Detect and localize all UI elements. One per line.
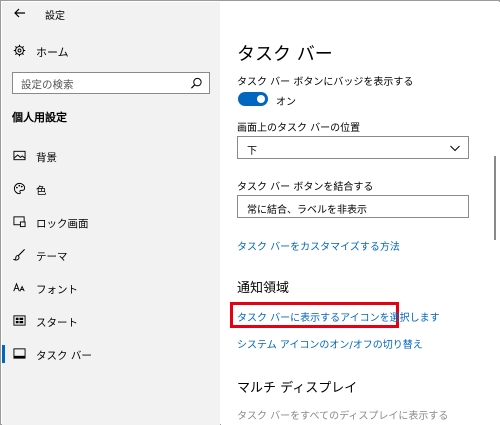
main-content: タスク バー タスク バー ボタンにバッジを表示する オン 画面上のタスク バー… [221,2,500,425]
sidebar-item-label: 色 [36,185,47,197]
lock-screen-icon [13,216,26,228]
search-input[interactable]: 設定の検索 [12,72,210,94]
sidebar-item-label: フォント [36,284,78,296]
start-icon [13,315,26,326]
sidebar-item-taskbar[interactable]: タスク バー [2,341,220,367]
sidebar-item-theme[interactable]: テーマ [2,242,220,268]
back-arrow-icon[interactable] [12,5,28,21]
app-title: 設定 [45,11,65,22]
select-taskbar-icons-link[interactable]: タスク バーに表示するアイコンを選択します [237,309,440,324]
customize-taskbar-link[interactable]: タスク バーをカスタマイズする方法 [237,238,400,253]
sidebar: 設定 ホーム 設定の検索 個人用設定 背景 色 ロック画面 テーマ フォント ス… [2,2,220,425]
sidebar-item-label: ロック画面 [36,218,89,230]
toggle-knob [257,95,265,103]
sidebar-item-label: ホーム [36,46,69,59]
sidebar-item-font[interactable]: フォント [2,275,220,301]
search-icon[interactable] [190,77,203,90]
system-icons-toggle-link[interactable]: システム アイコンのオン/オフの切り替え [237,336,423,351]
palette-icon [14,182,26,195]
position-dropdown[interactable]: 下 [237,136,469,159]
sidebar-section-heading: 個人用設定 [12,111,67,124]
sidebar-item-color[interactable]: 色 [2,176,220,202]
position-value: 下 [247,146,257,157]
position-label: 画面上のタスク バーの位置 [237,123,361,134]
scrollbar-thumb[interactable] [494,156,496,240]
sidebar-item-label: スタート [36,317,78,329]
notification-area-heading: 通知領域 [237,281,290,296]
combine-label: タスク バー ボタンを結合する [237,182,374,193]
font-icon [13,282,25,292]
badge-toggle[interactable] [238,92,268,106]
taskbar-icon [13,348,26,359]
sidebar-item-label: 背景 [36,152,57,164]
badge-setting-label: タスク バー ボタンにバッジを表示する [237,77,414,88]
titlebar: 設定 [2,2,220,24]
search-placeholder: 設定の検索 [21,79,74,91]
selection-indicator [2,345,5,363]
badge-toggle-state: オン [276,97,296,108]
sidebar-item-label: タスク バー [36,350,92,362]
image-icon [13,150,26,161]
chevron-down-icon [450,145,460,152]
page-title: タスク バー [237,44,333,65]
sidebar-item-start[interactable]: スタート [2,308,220,334]
sidebar-item-lock-screen[interactable]: ロック画面 [2,209,220,235]
theme-brush-icon [13,248,26,261]
combine-value: 常に結合、ラベルを非表示 [247,205,367,216]
settings-window: 設定 ホーム 設定の検索 個人用設定 背景 色 ロック画面 テーマ フォント ス… [0,0,500,425]
gear-icon [13,44,26,57]
sidebar-item-home[interactable]: ホーム [2,39,220,63]
multi-display-setting-label: タスク バーをすべてのディスプレイに表示する [237,411,449,422]
combine-dropdown[interactable]: 常に結合、ラベルを非表示 [237,195,469,218]
sidebar-item-background[interactable]: 背景 [2,143,220,169]
multi-display-heading: マルチ ディスプレイ [237,381,358,396]
sidebar-item-label: テーマ [36,251,68,263]
